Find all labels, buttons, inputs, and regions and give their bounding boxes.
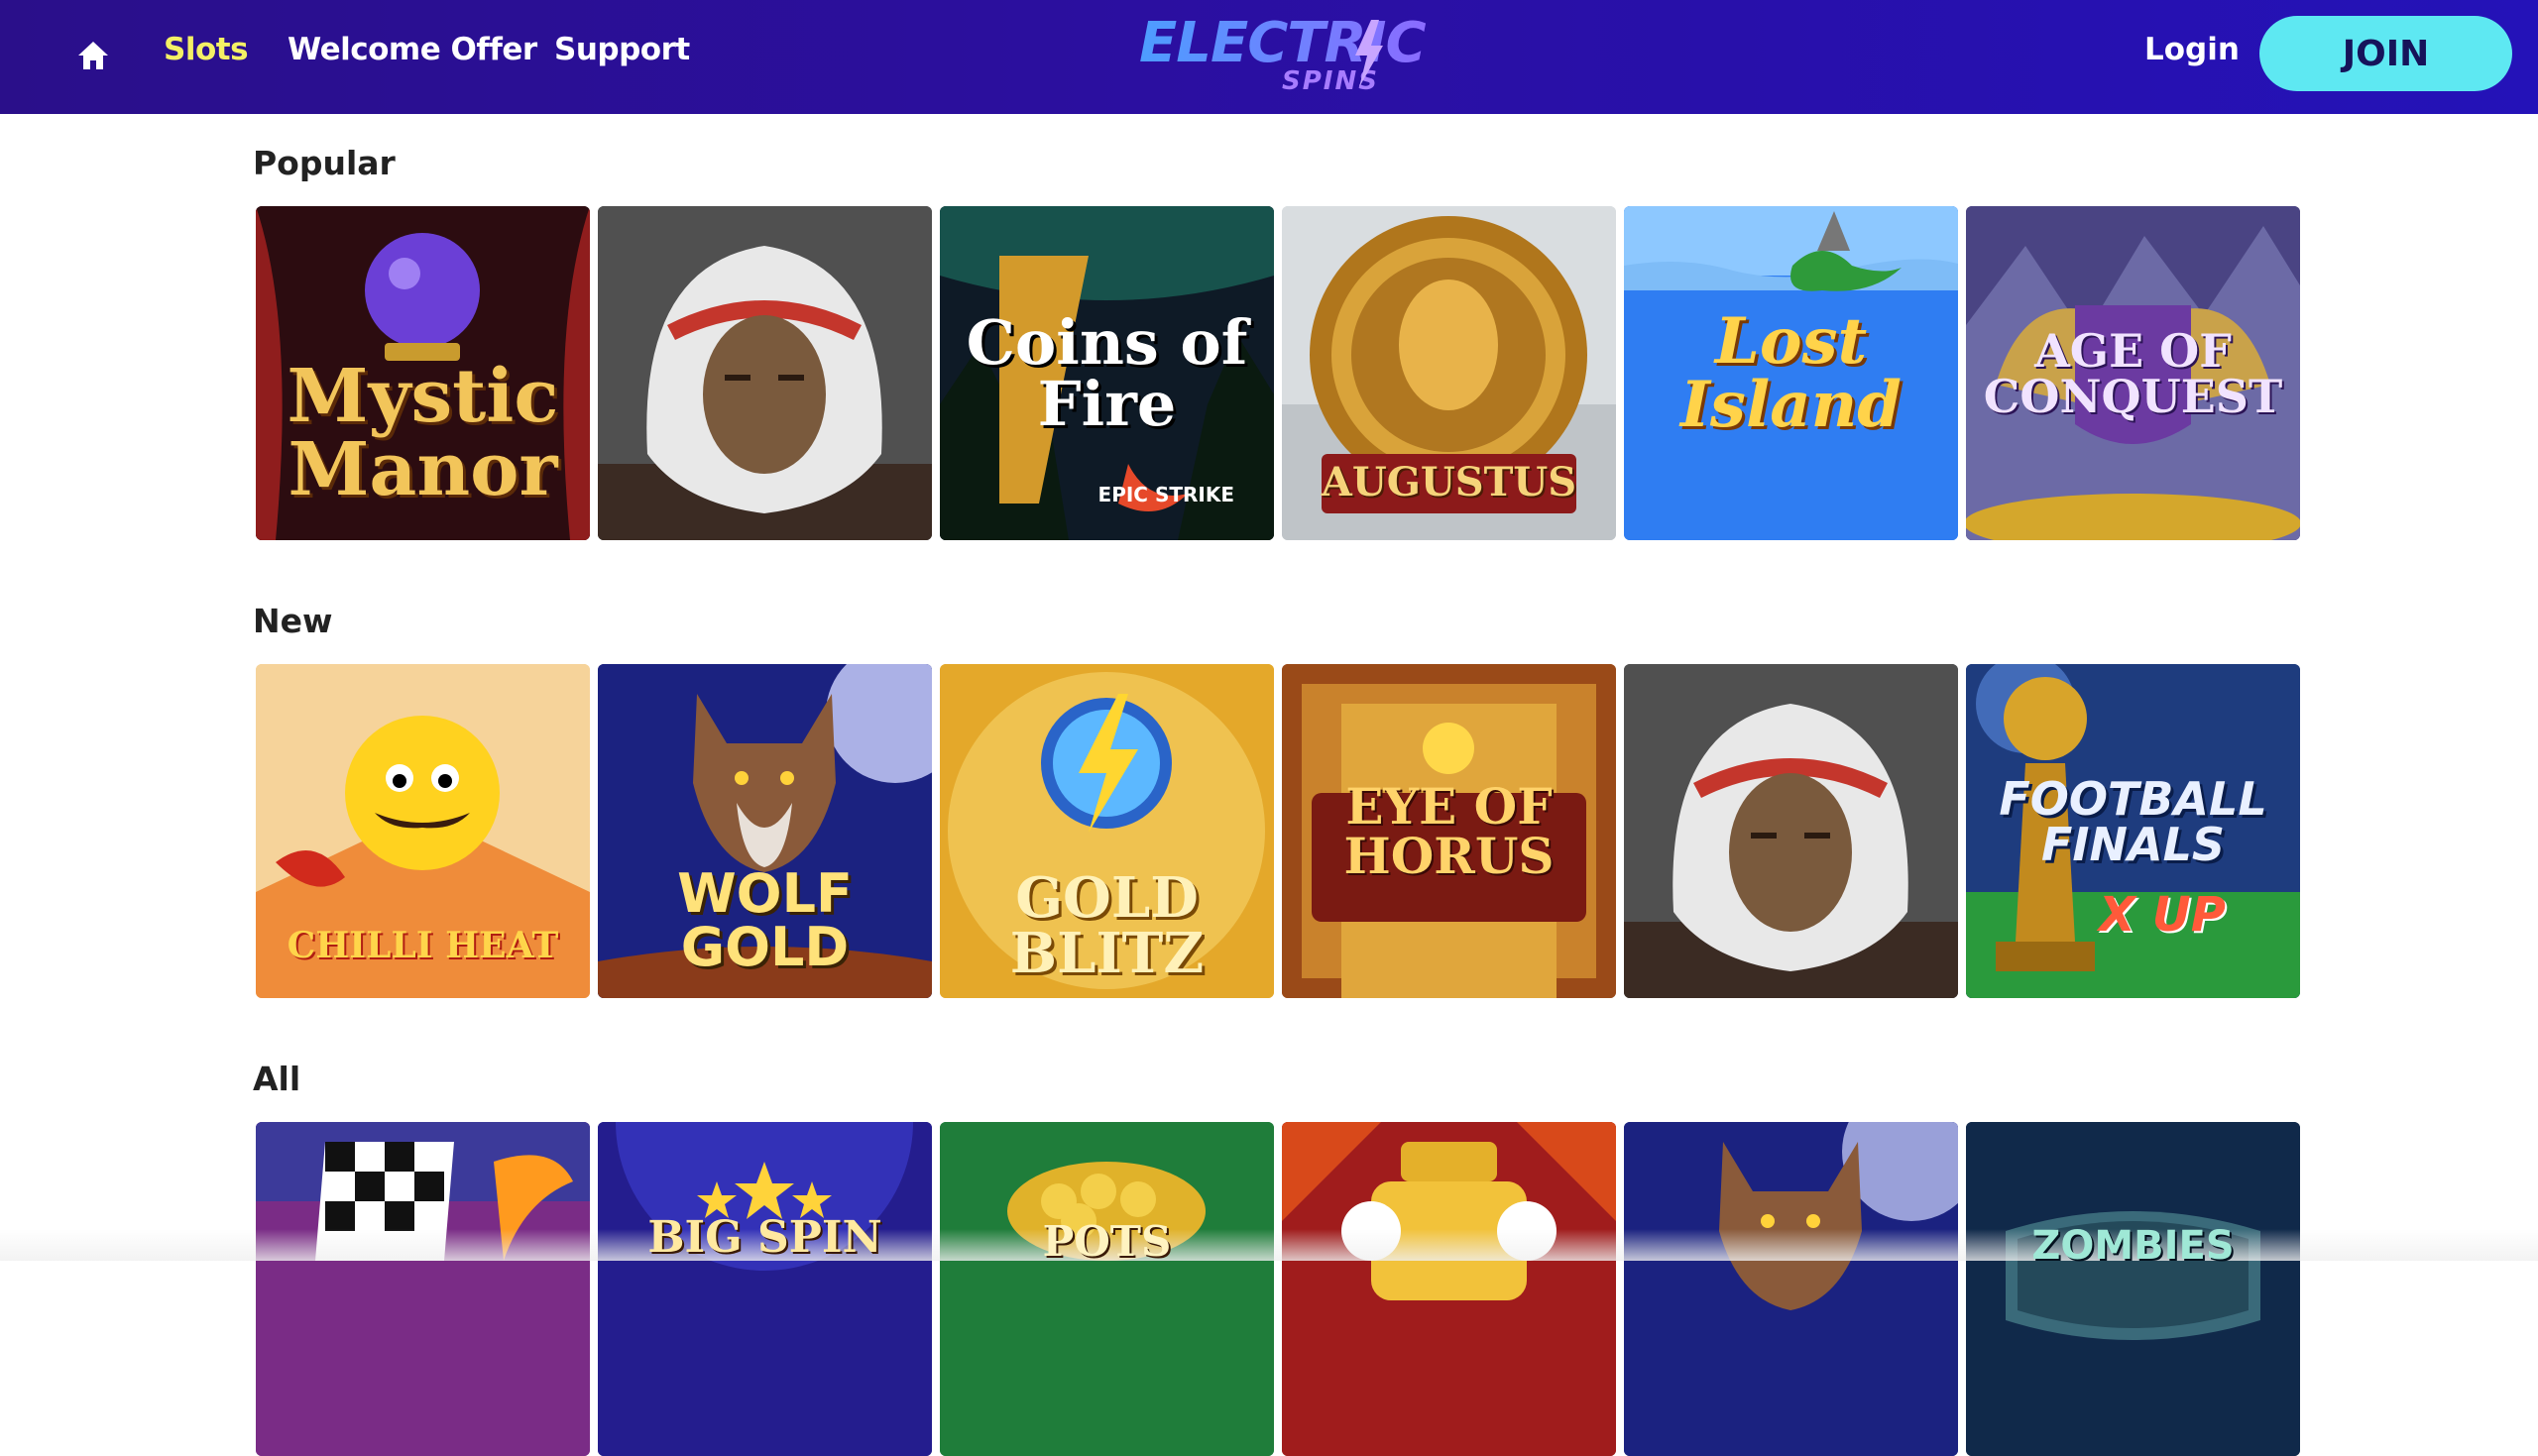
game-tile-chilli-heat[interactable]: CHILLI HEAT <box>256 664 590 998</box>
join-button[interactable]: JOIN <box>2259 16 2512 91</box>
game-title: GOLD BLITZ <box>1009 864 1205 986</box>
stars-icon <box>598 1122 932 1456</box>
game-title: WOLF GOLD <box>677 861 853 978</box>
chief-headdress-icon <box>598 206 932 540</box>
game-tile-chief[interactable] <box>598 206 932 540</box>
game-tile-eye-of-horus[interactable]: EYE OF HORUS <box>1282 664 1616 998</box>
section-title-popular: Popular <box>253 144 396 182</box>
game-title: CHILLI HEAT <box>287 924 559 966</box>
wolf-icon <box>1624 1122 1958 1456</box>
game-subtitle: X UP <box>2099 887 2226 943</box>
game-tile-football-finals[interactable]: FOOTBALL FINALS X UP <box>1966 664 2300 998</box>
game-title: Lost Island <box>1679 303 1903 442</box>
game-tile-mystic-manor[interactable]: Mystic Manor <box>256 206 590 540</box>
home-icon <box>78 42 108 69</box>
gold-pot-icon <box>940 1122 1274 1456</box>
electric-spins-logo[interactable]: ELECTRIC SPINS <box>1135 11 1433 96</box>
section-title-all: All <box>253 1060 301 1098</box>
game-title: BIG SPIN <box>647 1212 882 1263</box>
game-title: AGE OF CONQUEST <box>1983 323 2283 423</box>
top-navigation-bar: Slots Welcome Offer Support ELECTRIC SPI… <box>0 0 2538 114</box>
game-title: EYE OF HORUS <box>1343 776 1555 885</box>
game-tile-age-of-conquest[interactable]: AGE OF CONQUEST <box>1966 206 2300 540</box>
login-link[interactable]: Login <box>2144 32 2240 67</box>
game-subtitle: EPIC STRIKE <box>1097 483 1234 506</box>
all-games-row: BIG SPIN POTS ZOMBIES <box>256 1122 2300 1456</box>
game-tile[interactable] <box>256 1122 590 1456</box>
game-tile-wolf-gold[interactable]: WOLF GOLD <box>598 664 932 998</box>
game-title: ZOMBIES <box>2031 1223 2235 1269</box>
checkered-flag-icon <box>256 1122 590 1456</box>
game-tile-augustus[interactable]: AUGUSTUS <box>1282 206 1616 540</box>
game-title: AUGUSTUS <box>1321 458 1577 505</box>
nav-welcome-offer[interactable]: Welcome Offer <box>288 32 537 67</box>
home-button[interactable] <box>71 34 115 77</box>
zombie-shield-icon <box>1966 1122 2300 1456</box>
game-tile-zombies[interactable]: ZOMBIES <box>1966 1122 2300 1456</box>
game-tile-lost-island[interactable]: Lost Island <box>1624 206 1958 540</box>
game-tile-pots[interactable]: POTS <box>940 1122 1274 1456</box>
game-title: FOOTBALL FINALS <box>1999 771 2267 871</box>
game-tile[interactable] <box>1282 1122 1616 1456</box>
nav-slots[interactable]: Slots <box>164 32 249 67</box>
game-tile-chief[interactable] <box>1624 664 1958 998</box>
slot-machine-icon <box>1282 1122 1616 1456</box>
game-title: Mystic Manor <box>287 353 559 512</box>
game-tile-coins-of-fire[interactable]: Coins of Fire EPIC STRIKE <box>940 206 1274 540</box>
game-tile-big-spin[interactable]: BIG SPIN <box>598 1122 932 1456</box>
game-tile-gold-blitz[interactable]: GOLD BLITZ <box>940 664 1274 998</box>
section-title-new: New <box>253 602 333 640</box>
nav-support[interactable]: Support <box>554 32 690 67</box>
chief-headdress-icon <box>1624 664 1958 998</box>
game-tile[interactable] <box>1624 1122 1958 1456</box>
game-title: POTS <box>1042 1217 1172 1266</box>
new-games-row: CHILLI HEAT WOLF GOLD GOLD BLITZ EYE OF … <box>256 664 2300 998</box>
game-title: Coins of Fire <box>966 305 1248 440</box>
popular-games-row: Mystic Manor Coins of Fire EPIC STRIKE A… <box>256 206 2300 540</box>
